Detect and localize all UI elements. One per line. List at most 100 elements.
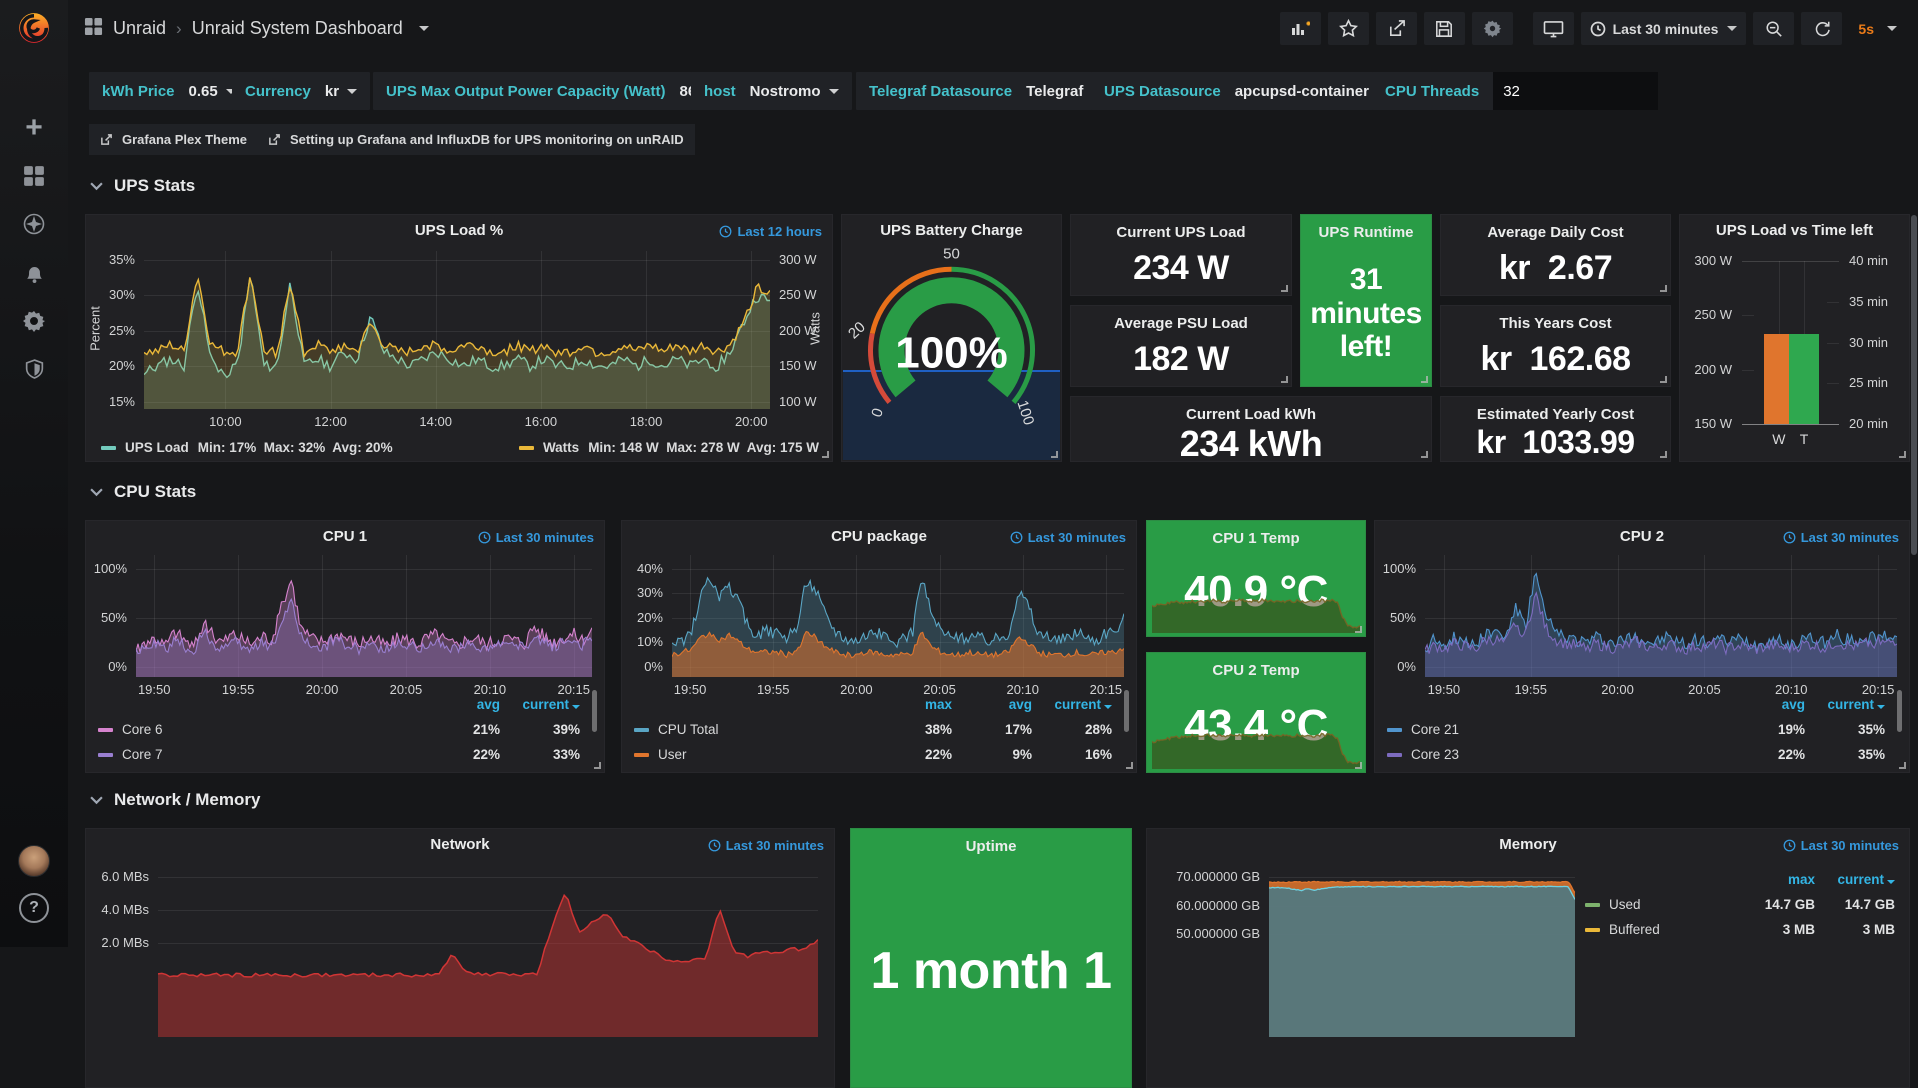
- page-scrollbar[interactable]: [1911, 215, 1917, 555]
- explore-compass-icon[interactable]: [0, 209, 68, 239]
- panel-resize-handle[interactable]: [1660, 451, 1667, 458]
- y-axis-tick: 50.000000 GB: [1147, 926, 1260, 941]
- legend-sort-avg[interactable]: avg: [420, 697, 500, 712]
- y-axis-tick-right: 300 W: [779, 252, 817, 267]
- panel-resize-handle[interactable]: [1660, 376, 1667, 383]
- panel-resize-handle[interactable]: [1355, 626, 1362, 633]
- panel-resize-handle[interactable]: [1421, 451, 1428, 458]
- dashboards-icon[interactable]: [0, 161, 68, 191]
- stat-title[interactable]: UPS Runtime: [1318, 224, 1413, 241]
- legend-scrollbar[interactable]: [1124, 690, 1129, 732]
- stat-title[interactable]: Uptime: [966, 838, 1017, 855]
- panel-ups-load-graph: UPS Load % Last 12 hours 35%300 W30%250 …: [85, 214, 833, 462]
- panel-time-override[interactable]: Last 30 minutes: [1010, 530, 1126, 545]
- panel-this-years-cost: This Years Cost kr 162.68: [1440, 305, 1671, 387]
- panel-time-override[interactable]: Last 30 minutes: [708, 838, 824, 853]
- dashboard-link-plex-theme[interactable]: Grafana Plex Theme: [89, 124, 258, 155]
- panel-resize-handle[interactable]: [822, 451, 829, 458]
- legend-series[interactable]: CPU Total: [634, 722, 872, 737]
- variable-value-dropdown[interactable]: apcupsd-container: [1235, 83, 1387, 100]
- legend-sort-max[interactable]: max: [872, 697, 952, 712]
- panel-time-override[interactable]: Last 30 minutes: [478, 530, 594, 545]
- stat-title[interactable]: Average PSU Load: [1114, 315, 1248, 332]
- create-plus-icon[interactable]: +: [0, 113, 68, 143]
- legend-series[interactable]: Core 6: [98, 722, 420, 737]
- legend-sort-current[interactable]: current: [500, 697, 580, 712]
- variable-value-dropdown[interactable]: Nostromo: [750, 83, 839, 100]
- stat-title[interactable]: CPU 1 Temp: [1212, 530, 1299, 547]
- stat-title[interactable]: CPU 2 Temp: [1212, 662, 1299, 679]
- legend-value: 16%: [1032, 747, 1112, 762]
- legend-series[interactable]: Used: [1585, 897, 1735, 912]
- svg-text:0: 0: [868, 406, 887, 419]
- section-network-memory[interactable]: Network / Memory: [90, 790, 260, 810]
- grafana-logo[interactable]: [13, 7, 55, 49]
- stat-title[interactable]: Current UPS Load: [1116, 224, 1245, 241]
- legend-sort-max[interactable]: max: [1735, 872, 1815, 887]
- stat-title[interactable]: Average Daily Cost: [1487, 224, 1623, 241]
- user-avatar[interactable]: [18, 845, 50, 877]
- panel-resize-handle[interactable]: [594, 762, 601, 769]
- legend-sort-avg[interactable]: avg: [1725, 697, 1805, 712]
- y-axis-title-right: Watts: [808, 274, 823, 384]
- panel-resize-handle[interactable]: [1281, 376, 1288, 383]
- variable-value-dropdown[interactable]: kr: [325, 83, 357, 100]
- panel-resize-handle[interactable]: [1660, 285, 1667, 292]
- legend-scrollbar[interactable]: [1897, 690, 1902, 732]
- legend-series[interactable]: Core 21: [1387, 722, 1725, 737]
- network-plot: 6.0 MBs4.0 MBs2.0 MBs: [86, 829, 834, 1087]
- legend-series-watts[interactable]: WattsMin: 148 W Max: 278 W Avg: 175 W: [519, 440, 819, 455]
- panel-time-override[interactable]: Last 30 minutes: [1783, 530, 1899, 545]
- stat-title[interactable]: This Years Cost: [1499, 315, 1611, 332]
- legend-scrollbar[interactable]: [592, 690, 597, 732]
- stat-title[interactable]: Current Load kWh: [1186, 406, 1316, 423]
- dashboard-link-ups-monitoring[interactable]: Setting up Grafana and InfluxDB for UPS …: [257, 124, 695, 155]
- legend-value: 3 MB: [1815, 922, 1895, 937]
- y-axis-tick: 40%: [622, 561, 663, 576]
- x-axis-tick: 16:00: [506, 414, 576, 429]
- section-ups-stats[interactable]: UPS Stats: [90, 176, 195, 196]
- legend-sort-current[interactable]: current: [1805, 697, 1885, 712]
- legend-sort-avg[interactable]: avg: [952, 697, 1032, 712]
- cpu-threads-input[interactable]: 32: [1493, 72, 1658, 110]
- y-axis-tick: 20%: [622, 610, 663, 625]
- y-axis-tick: 60.000000 GB: [1147, 898, 1260, 913]
- stat-value: 234 kWh: [1071, 423, 1431, 465]
- variable-value-dropdown[interactable]: 0.65: [189, 83, 236, 100]
- legend-sort-current[interactable]: current: [1032, 697, 1112, 712]
- legend-sort-current[interactable]: current: [1815, 872, 1895, 887]
- panel-title[interactable]: UPS Load vs Time left: [1680, 222, 1909, 239]
- y-axis-tick: 2.0 MBs: [86, 935, 149, 950]
- stat-value: 1 month 1: [851, 855, 1131, 1087]
- legend-value: 28%: [1032, 722, 1112, 737]
- legend-series[interactable]: Core 7: [98, 747, 420, 762]
- panel-time-override[interactable]: Last 30 minutes: [1783, 838, 1899, 853]
- y-axis-title: Percent: [88, 274, 103, 384]
- alerting-bell-icon[interactable]: [0, 258, 68, 288]
- axis-tick: 200 W: [1680, 362, 1732, 377]
- panel-resize-handle[interactable]: [1421, 376, 1428, 383]
- series-color-swatch: [1387, 728, 1402, 732]
- panel-cpu-package-graph: CPU package Last 30 minutes 40%30%20%10%…: [621, 520, 1137, 773]
- panel-time-override[interactable]: Last 12 hours: [719, 224, 822, 239]
- variable-label: CPU Threads: [1385, 83, 1479, 100]
- panel-network-graph: Network Last 30 minutes 6.0 MBs4.0 MBs2.…: [85, 828, 835, 1088]
- variable-label: UPS Max Output Power Capacity (Watt): [386, 83, 665, 100]
- legend-series[interactable]: Core 23: [1387, 747, 1725, 762]
- configuration-gear-icon[interactable]: [0, 306, 68, 336]
- legend-series[interactable]: Buffered: [1585, 922, 1735, 937]
- panel-resize-handle[interactable]: [1051, 451, 1058, 458]
- server-admin-shield-icon[interactable]: [0, 354, 68, 384]
- section-cpu-stats[interactable]: CPU Stats: [90, 482, 196, 502]
- stat-title[interactable]: Estimated Yearly Cost: [1477, 406, 1634, 423]
- panel-resize-handle[interactable]: [1899, 451, 1906, 458]
- panel-resize-handle[interactable]: [1899, 762, 1906, 769]
- panel-title[interactable]: UPS Battery Charge: [842, 222, 1061, 239]
- axis-tick: 35 min: [1849, 294, 1888, 309]
- panel-resize-handle[interactable]: [1281, 285, 1288, 292]
- panel-resize-handle[interactable]: [1355, 762, 1362, 769]
- legend-series[interactable]: User: [634, 747, 872, 762]
- legend-series-ups-load[interactable]: UPS LoadMin: 17% Max: 32% Avg: 20%: [101, 440, 393, 455]
- help-icon[interactable]: ?: [19, 893, 49, 923]
- panel-resize-handle[interactable]: [1126, 762, 1133, 769]
